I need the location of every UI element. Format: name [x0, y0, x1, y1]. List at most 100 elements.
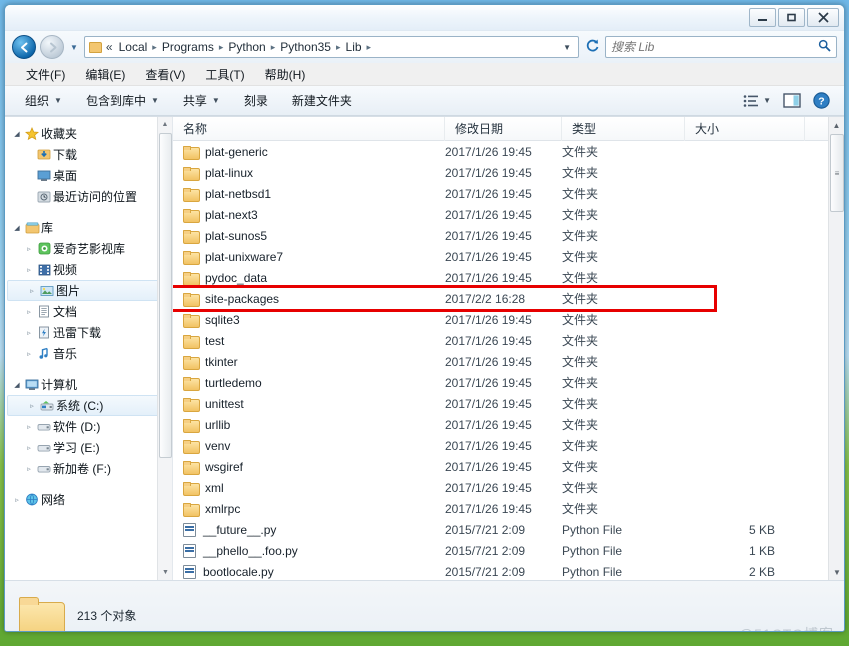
scroll-down-arrow-icon[interactable]: ▼: [158, 565, 172, 580]
triangle-right-icon[interactable]: ▹: [11, 496, 23, 504]
triangle-right-icon[interactable]: ▹: [23, 329, 35, 337]
column-header-type[interactable]: 类型: [562, 117, 685, 141]
organize-button[interactable]: 组织 ▼: [13, 89, 74, 112]
table-row[interactable]: venv 2017/1/26 19:45 文件夹: [173, 435, 844, 456]
menu-tools[interactable]: 工具(T): [196, 64, 253, 85]
table-row[interactable]: sqlite3 2017/1/26 19:45 文件夹: [173, 309, 844, 330]
sidebar-item-music[interactable]: ▹ 音乐: [5, 343, 172, 364]
table-row[interactable]: plat-linux 2017/1/26 19:45 文件夹: [173, 162, 844, 183]
sidebar-item-drive-d[interactable]: ▹ 软件 (D:): [5, 416, 172, 437]
sidebar-group-computer[interactable]: ◢ 计算机: [5, 374, 172, 395]
menu-help[interactable]: 帮助(H): [256, 64, 315, 85]
help-button[interactable]: ?: [807, 90, 836, 111]
search-box[interactable]: [605, 36, 837, 58]
sidebar-item-desktop[interactable]: 桌面: [5, 165, 172, 186]
column-header-size[interactable]: 大小: [685, 117, 805, 141]
triangle-right-icon[interactable]: ▹: [26, 287, 38, 295]
search-input[interactable]: [611, 40, 818, 54]
table-row[interactable]: unittest 2017/1/26 19:45 文件夹: [173, 393, 844, 414]
breadcrumb[interactable]: « Local ▸ Programs ▸ Python ▸ Python35 ▸…: [83, 36, 579, 58]
table-row[interactable]: plat-netbsd1 2017/1/26 19:45 文件夹: [173, 183, 844, 204]
breadcrumb-item-python35[interactable]: Python35: [278, 39, 333, 55]
preview-pane-button[interactable]: [777, 91, 807, 110]
change-view-button[interactable]: ▼: [737, 92, 777, 110]
refresh-icon[interactable]: [583, 38, 601, 56]
breadcrumb-item-local[interactable]: Local: [117, 39, 150, 55]
breadcrumb-item-python[interactable]: Python: [226, 39, 267, 55]
include-in-library-button[interactable]: 包含到库中 ▼: [74, 89, 171, 112]
table-row[interactable]: plat-unixware7 2017/1/26 19:45 文件夹: [173, 246, 844, 267]
new-folder-button[interactable]: 新建文件夹: [280, 89, 364, 112]
table-row[interactable]: xml 2017/1/26 19:45 文件夹: [173, 477, 844, 498]
scroll-up-arrow-icon[interactable]: ▲: [158, 117, 172, 132]
chevron-down-icon[interactable]: ▼: [563, 43, 574, 52]
table-row[interactable]: tkinter 2017/1/26 19:45 文件夹: [173, 351, 844, 372]
column-header-name[interactable]: 名称: [173, 117, 445, 141]
forward-button[interactable]: [40, 35, 64, 59]
triangle-right-icon[interactable]: ▹: [23, 423, 35, 431]
close-button[interactable]: [807, 8, 839, 27]
table-row[interactable]: bootlocale.py 2015/7/21 2:09 Python File 2 …: [173, 561, 844, 580]
desktop-icon: [35, 170, 53, 182]
breadcrumb-item-lib[interactable]: Lib: [344, 39, 364, 55]
column-header-date[interactable]: 修改日期: [445, 117, 562, 141]
table-row[interactable]: pydoc_data 2017/1/26 19:45 文件夹: [173, 267, 844, 288]
triangle-down-icon[interactable]: ◢: [11, 224, 23, 232]
triangle-right-icon[interactable]: ▹: [26, 402, 38, 410]
breadcrumb-item-programs[interactable]: Programs: [160, 39, 216, 55]
navigation-scrollbar[interactable]: ▲ ▼: [157, 117, 172, 580]
triangle-right-icon[interactable]: ▹: [23, 465, 35, 473]
table-row[interactable]: wsgiref 2017/1/26 19:45 文件夹: [173, 456, 844, 477]
breadcrumb-overflow[interactable]: «: [104, 40, 115, 54]
minimize-button[interactable]: [749, 8, 776, 27]
triangle-right-icon[interactable]: ▹: [23, 350, 35, 358]
burn-button[interactable]: 刻录: [232, 89, 280, 112]
sidebar-item-videos[interactable]: ▹ 视频: [5, 259, 172, 280]
file-date-cell: 2017/1/26 19:45: [445, 228, 532, 243]
menu-edit[interactable]: 编辑(E): [76, 64, 134, 85]
navigation-scrollbar-thumb[interactable]: [159, 133, 172, 458]
file-list-scrollbar[interactable]: ▲ ≡ ▼: [828, 117, 844, 580]
triangle-right-icon[interactable]: ▹: [23, 245, 35, 253]
menu-file[interactable]: 文件(F): [17, 64, 74, 85]
table-row[interactable]: urllib 2017/1/26 19:45 文件夹: [173, 414, 844, 435]
table-row[interactable]: test 2017/1/26 19:45 文件夹: [173, 330, 844, 351]
share-button[interactable]: 共享 ▼: [171, 89, 232, 112]
back-button[interactable]: [12, 35, 36, 59]
table-row[interactable]: xmlrpc 2017/1/26 19:45 文件夹: [173, 498, 844, 519]
chevron-right-icon: ▸: [366, 41, 372, 52]
sidebar-item-recent-places[interactable]: 最近访问的位置: [5, 186, 172, 207]
sidebar-item-pictures[interactable]: ▹ 图片: [7, 280, 168, 301]
triangle-right-icon[interactable]: ▹: [23, 308, 35, 316]
triangle-right-icon[interactable]: ▹: [23, 266, 35, 274]
triangle-down-icon[interactable]: ◢: [11, 381, 23, 389]
file-date-cell: 2017/1/26 19:45: [445, 312, 532, 327]
sidebar-item-drive-f[interactable]: ▹ 新加卷 (F:): [5, 458, 172, 479]
sidebar-group-libraries[interactable]: ◢ 库: [5, 217, 172, 238]
scroll-up-arrow-icon[interactable]: ▲: [829, 117, 844, 133]
sidebar-group-network[interactable]: ▹ 网络: [5, 489, 172, 510]
scroll-down-arrow-icon[interactable]: ▼: [829, 564, 844, 580]
table-row[interactable]: __future__.py 2015/7/21 2:09 Python File 5 …: [173, 519, 844, 540]
sidebar-item-downloads[interactable]: 下载: [5, 144, 172, 165]
sidebar-item-drive-e[interactable]: ▹ 学习 (E:): [5, 437, 172, 458]
triangle-right-icon[interactable]: ▹: [23, 444, 35, 452]
triangle-down-icon[interactable]: ◢: [11, 130, 23, 138]
sidebar-item-iqiyi[interactable]: ▹ 爱奇艺影视库: [5, 238, 172, 259]
table-row[interactable]: __phello__.foo.py 2015/7/21 2:09 Python Fi…: [173, 540, 844, 561]
table-row[interactable]: plat-generic 2017/1/26 19:45 文件夹: [173, 141, 844, 162]
menu-view[interactable]: 查看(V): [136, 64, 194, 85]
file-name-label: tkinter: [205, 354, 238, 369]
table-row[interactable]: turtledemo 2017/1/26 19:45 文件夹: [173, 372, 844, 393]
sidebar-item-system-c[interactable]: ▹ 系统 (C:): [7, 395, 168, 416]
sidebar-item-documents[interactable]: ▹ 文档: [5, 301, 172, 322]
table-row[interactable]: site-packages 2017/2/2 16:28 文件夹: [173, 288, 844, 309]
file-type-cell: 文件夹: [562, 376, 599, 390]
table-row[interactable]: plat-next3 2017/1/26 19:45 文件夹: [173, 204, 844, 225]
table-row[interactable]: plat-sunos5 2017/1/26 19:45 文件夹: [173, 225, 844, 246]
file-list-scrollbar-thumb[interactable]: ≡: [830, 134, 844, 212]
maximize-button[interactable]: [778, 8, 805, 27]
sidebar-item-thunder-download[interactable]: ▹ 迅雷下载: [5, 322, 172, 343]
recent-locations-dropdown[interactable]: ▼: [68, 43, 80, 52]
sidebar-group-favorites[interactable]: ◢ 收藏夹: [5, 123, 172, 144]
